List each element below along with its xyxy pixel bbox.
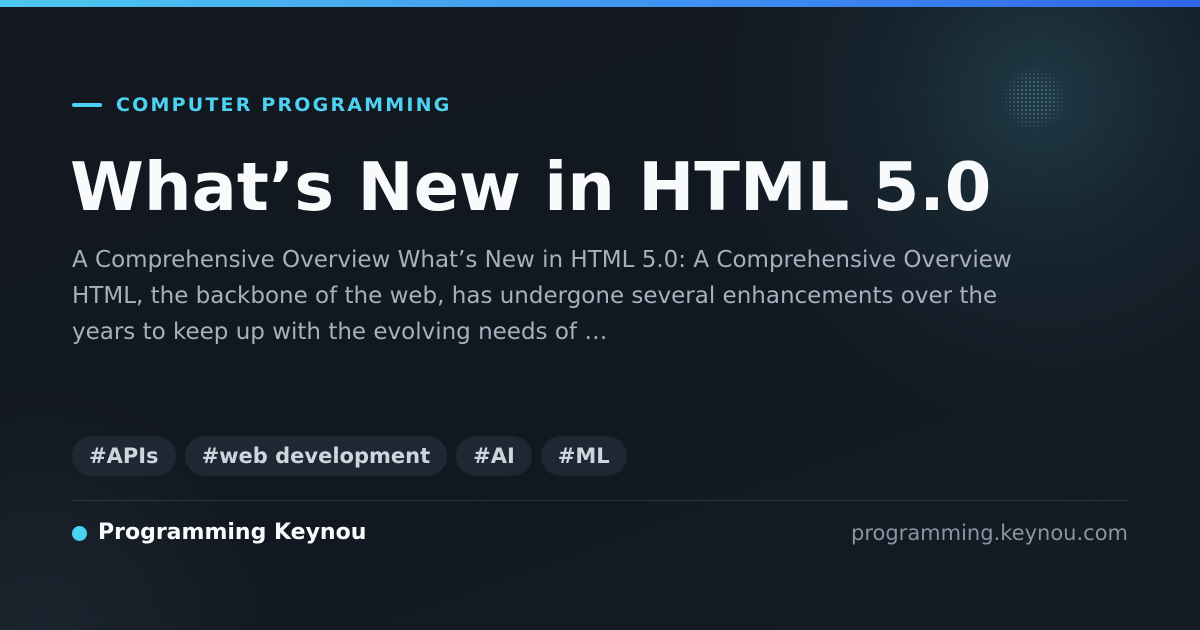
category-label-group: COMPUTER PROGRAMMING <box>72 94 452 116</box>
brand-dot-icon <box>72 525 87 541</box>
footer-divider <box>72 500 1129 501</box>
article-description: A Comprehensive Overview What’s New in H… <box>72 247 1012 345</box>
tag-ml: #ML <box>540 436 627 476</box>
tag-ai: #AI <box>456 436 532 476</box>
article-title: What’s New in HTML 5.0 <box>70 148 992 226</box>
tag-web-development: #web development <box>184 436 448 476</box>
tag-apis: #APIs <box>72 436 176 476</box>
brand-name: Programming Keynou <box>98 520 367 545</box>
category-accent-line <box>72 103 102 107</box>
footer-brand: Programming Keynou <box>72 518 366 548</box>
top-accent-bar <box>0 0 1200 7</box>
tag-list: #APIs #web development #AI #ML <box>72 436 627 476</box>
site-domain: programming.keynou.com <box>851 521 1128 545</box>
dot-pattern-decoration <box>1000 68 1068 130</box>
category-label: COMPUTER PROGRAMMING <box>116 94 452 116</box>
